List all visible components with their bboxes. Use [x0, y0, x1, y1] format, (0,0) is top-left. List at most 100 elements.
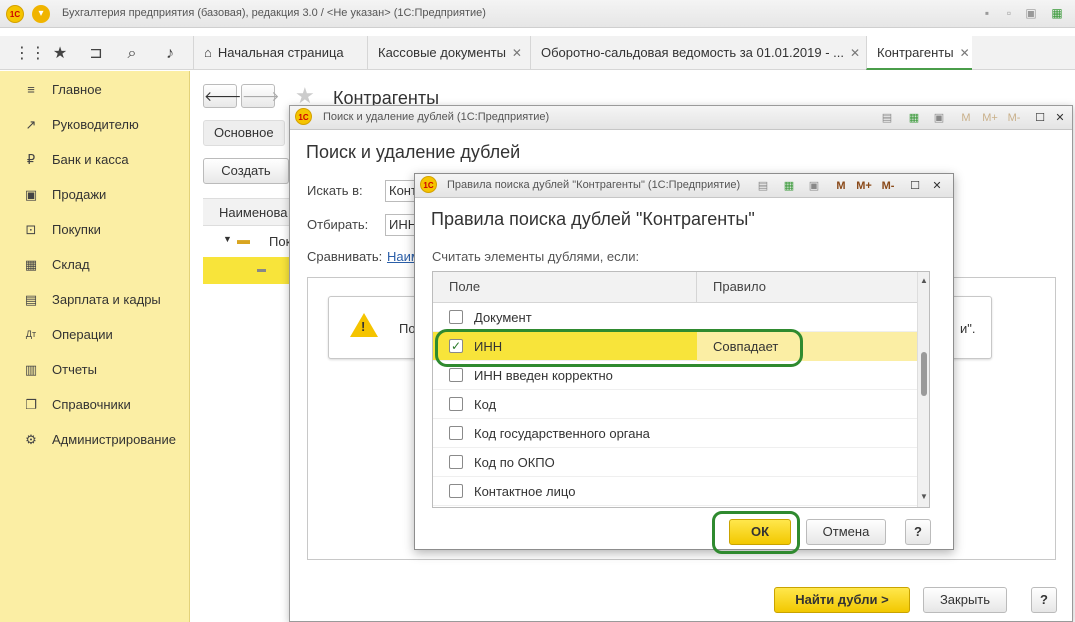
sidebar-item-warehouse[interactable]: ▦ Склад [0, 247, 190, 282]
row-checkbox[interactable] [449, 397, 463, 411]
app-logo: 1С [295, 108, 312, 125]
back-button[interactable]: 🡐 [203, 84, 242, 108]
table-header: Поле Правило [433, 272, 917, 303]
row-checkbox-checked[interactable]: ✓ [449, 339, 463, 353]
table-row[interactable]: ИНН введен корректно [433, 361, 917, 390]
find-duplicates-button[interactable]: Найти дубли > [774, 587, 910, 613]
close-icon[interactable]: ✕ [1052, 110, 1068, 126]
help-button[interactable]: ? [1031, 587, 1057, 613]
home-icon: ⌂ [204, 45, 212, 60]
sidebar-item-operations[interactable]: Дт Операции [0, 317, 190, 352]
row-field-label: Код [474, 397, 497, 412]
row-checkbox[interactable] [449, 310, 463, 324]
memory-plus-icon[interactable]: M+ [856, 178, 872, 194]
scroll-thumb[interactable] [921, 352, 927, 396]
calendar-icon[interactable]: ▣ [1024, 6, 1038, 20]
salary-icon: ▤ [24, 292, 38, 307]
create-button[interactable]: Создать [203, 158, 289, 184]
scroll-up-icon[interactable]: ▲ [920, 276, 928, 285]
table-scrollbar[interactable]: ▲ ▼ [917, 272, 929, 507]
spreadsheet-icon[interactable]: ▦ [781, 178, 797, 194]
row-field-label: ИНН [474, 339, 503, 354]
forward-button[interactable]: 🡒 [241, 84, 280, 108]
save-icon[interactable]: ▪ [980, 6, 994, 20]
close-icon[interactable]: ✕ [929, 178, 945, 194]
main-menu-icon[interactable]: ▾ [32, 5, 50, 23]
sidebar-item-label: Зарплата и кадры [52, 292, 161, 307]
table-row-selected[interactable]: ✓ ИНН Совпадает [433, 332, 917, 361]
sidebar-item-label: Справочники [52, 397, 131, 412]
calendar-icon[interactable]: ▣ [806, 178, 822, 194]
filter-field[interactable]: ИНН [385, 214, 415, 236]
table-row[interactable]: Код по ОКПО [433, 448, 917, 477]
list-header: Наименова [203, 198, 289, 226]
main-view-button[interactable]: Основное [203, 120, 285, 146]
memory-icon[interactable]: M [958, 110, 974, 126]
history-icon[interactable]: ⊐ [86, 44, 106, 64]
row-field-label: ИНН введен корректно [474, 368, 613, 383]
tab-balance-sheet[interactable]: Оборотно-сальдовая ведомость за 01.01.20… [530, 36, 865, 70]
sidebar-item-salary[interactable]: ▤ Зарплата и кадры [0, 282, 190, 317]
close-button[interactable]: Закрыть [923, 587, 1007, 613]
row-checkbox[interactable] [449, 455, 463, 469]
table-row[interactable]: Документ [433, 303, 917, 332]
sidebar-item-label: Покупки [52, 222, 101, 237]
tab-cash-documents[interactable]: Кассовые документы ✕ [367, 36, 529, 70]
print-icon[interactable]: ▤ [755, 178, 771, 194]
sidebar-item-reports[interactable]: ▥ Отчеты [0, 352, 190, 387]
window-titlebar: 1С ▾ Бухгалтерия предприятия (базовая), … [0, 0, 1075, 28]
close-icon[interactable]: ✕ [850, 46, 860, 60]
row-checkbox[interactable] [449, 368, 463, 382]
ok-button[interactable]: ОК [729, 519, 791, 545]
memory-icon[interactable]: M [833, 178, 849, 194]
sidebar-item-sales[interactable]: ▣ Продажи [0, 177, 190, 212]
print-icon[interactable]: ▤ [879, 110, 895, 126]
memory-minus-icon[interactable]: M- [880, 178, 896, 194]
warehouse-icon: ▦ [24, 257, 38, 272]
table-row[interactable]: Контактное лицо [433, 477, 917, 506]
maximize-icon[interactable]: ☐ [907, 178, 923, 194]
debit-credit-icon: Дт [25, 329, 37, 339]
help-button[interactable]: ? [905, 519, 931, 545]
row-checkbox[interactable] [449, 426, 463, 440]
sidebar-item-manager[interactable]: ↗ Руководителю [0, 107, 190, 142]
calendar-icon[interactable]: ▣ [931, 110, 947, 126]
spreadsheet-icon[interactable]: ▦ [906, 110, 922, 126]
menu-icon: ≡ [27, 82, 35, 97]
spreadsheet-icon[interactable]: ▦ [1050, 6, 1064, 20]
search-icon[interactable]: ⌕ [122, 44, 142, 64]
folder-row[interactable]: ▼ ▬ Пок [203, 229, 291, 255]
close-icon[interactable]: ✕ [512, 46, 522, 60]
sidebar-item-main[interactable]: ≡ Главное [0, 72, 190, 107]
apps-grid-icon[interactable]: ⋮⋮ [14, 44, 46, 64]
search-in-field[interactable]: Конт [385, 180, 415, 202]
row-checkbox[interactable] [449, 484, 463, 498]
table-row[interactable]: Код [433, 390, 917, 419]
table-row[interactable]: Код государственного органа [433, 419, 917, 448]
memory-minus-icon[interactable]: M- [1006, 110, 1022, 126]
tab-contractors[interactable]: Контрагенты ✕ [866, 36, 972, 70]
sidebar-item-purchases[interactable]: ⊡ Покупки [0, 212, 190, 247]
row-rule-value[interactable]: Совпадает [713, 332, 778, 361]
maximize-icon[interactable]: ☐ [1032, 110, 1048, 126]
dialog-titlebar: 1С Правила поиска дублей "Контрагенты" (… [415, 174, 953, 198]
tab-home[interactable]: ⌂ Начальная страница [193, 36, 365, 70]
ruble-icon: ₽ [26, 152, 36, 167]
memory-plus-icon[interactable]: M+ [982, 110, 998, 126]
selected-row[interactable] [203, 257, 289, 284]
sidebar-item-bank[interactable]: ₽ Банк и касса [0, 142, 190, 177]
tab-home-label: Начальная страница [217, 45, 344, 60]
dialog-titlebar: 1С Поиск и удаление дублей (1С:Предприят… [290, 106, 1072, 130]
notification-bell-icon[interactable]: ♪ [160, 44, 180, 64]
print-icon[interactable]: ▫ [1002, 6, 1016, 20]
scroll-down-icon[interactable]: ▼ [920, 492, 928, 501]
sidebar-item-directories[interactable]: ❐ Справочники [0, 387, 190, 422]
expand-icon[interactable]: ▼ [223, 234, 232, 244]
sidebar-item-admin[interactable]: ⚙ Администрирование [0, 422, 190, 457]
favorites-star-icon[interactable]: ★ [50, 44, 70, 64]
window-title: Бухгалтерия предприятия (базовая), редак… [62, 7, 486, 19]
cancel-button[interactable]: Отмена [806, 519, 886, 545]
close-icon[interactable]: ✕ [960, 46, 970, 60]
sidebar-item-label: Банк и касса [52, 152, 129, 167]
row-field-label: Код по ОКПО [474, 455, 555, 470]
